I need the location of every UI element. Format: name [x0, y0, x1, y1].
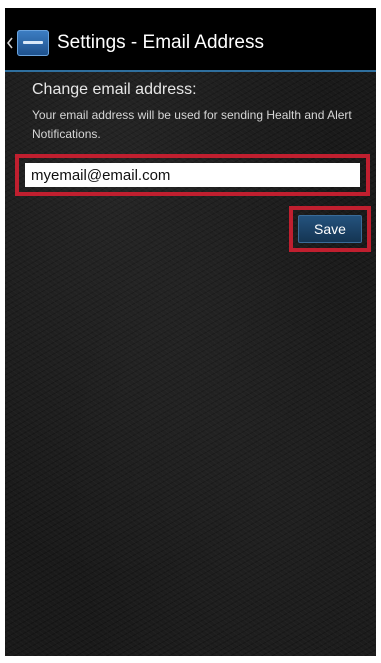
- phone-screen: Settings - Email Address Change email ad…: [5, 8, 376, 656]
- section-heading: Change email address:: [32, 81, 197, 98]
- app-logo-icon[interactable]: [17, 30, 49, 56]
- save-button-highlight: Save: [289, 206, 371, 252]
- app-logo-mark: [23, 41, 43, 44]
- action-bar: Settings - Email Address: [5, 16, 376, 72]
- email-field[interactable]: [25, 163, 360, 187]
- email-field-highlight: [15, 154, 370, 196]
- chevron-left-icon[interactable]: [7, 37, 13, 49]
- email-settings-panel: Change email address: Your email address…: [5, 72, 376, 656]
- save-button[interactable]: Save: [298, 215, 362, 243]
- section-description: Your email address will be used for send…: [32, 108, 352, 141]
- status-bar: [5, 8, 376, 16]
- page-title: Settings - Email Address: [57, 32, 264, 53]
